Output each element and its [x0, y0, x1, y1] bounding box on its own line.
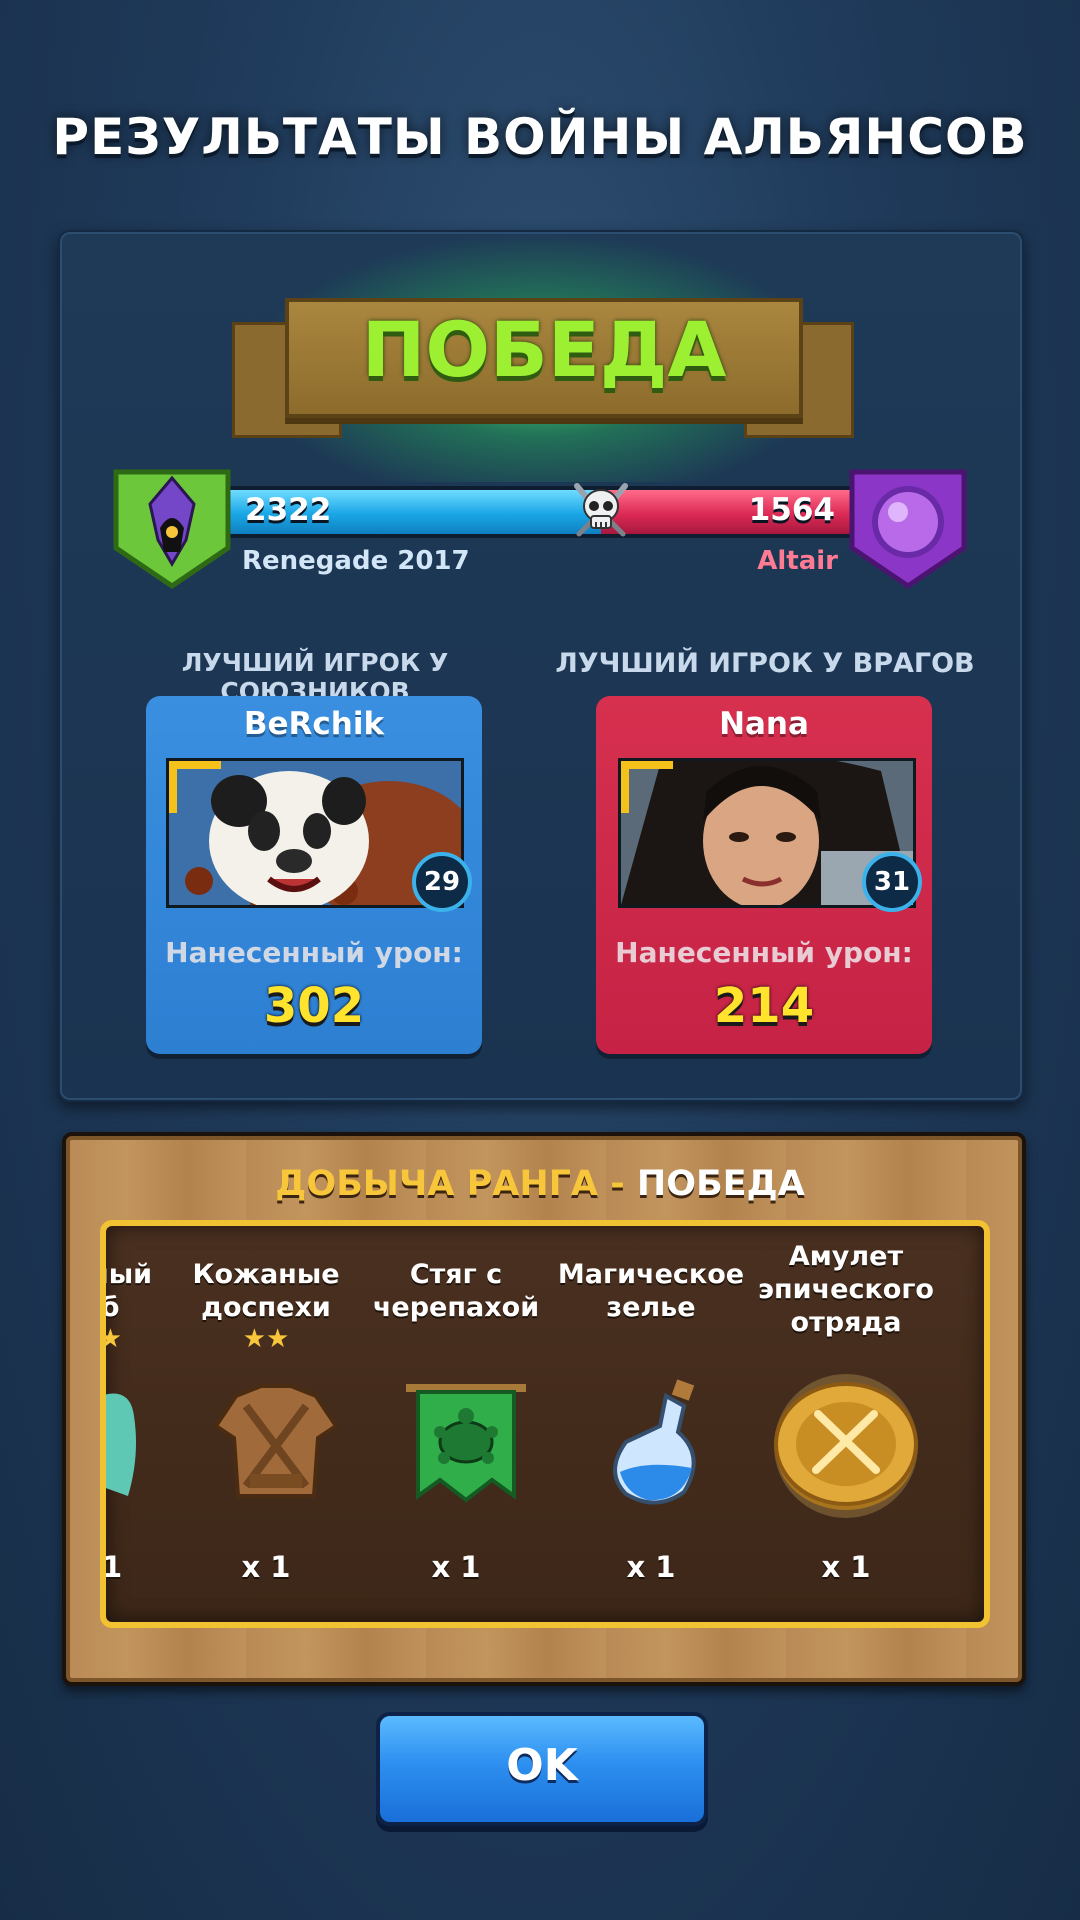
loot-title: ДОБЫЧА РАНГА - ПОБЕДА — [62, 1164, 1018, 1204]
victory-label: ПОБЕДА — [361, 305, 727, 394]
loot-title-result: ПОБЕДА — [624, 1164, 805, 1204]
loot-item[interactable]: Кожаные доспехи ★★ — [176, 1258, 356, 1354]
best-ally-name: BeRchik — [243, 706, 385, 742]
amulet-icon — [766, 1366, 926, 1526]
loot-item-qty: x 1 — [241, 1550, 291, 1584]
loot-item[interactable]: Стяг с черепахой — [366, 1258, 546, 1324]
loot-items-strip[interactable]: мныйб ★ 1 Кожаныедоспехи ★★ x 1 Стяг сче… — [100, 1220, 990, 1628]
loot-item[interactable]: Амулет эпического отряда — [746, 1240, 946, 1339]
enemy-damage-value: 214 — [713, 978, 815, 1034]
ally-damage-value: 302 — [263, 978, 365, 1034]
rarity-corner-icon — [169, 761, 221, 813]
ally-hero-level-badge: 29 — [412, 852, 472, 912]
best-enemy-heading: ЛУЧШИЙ ИГРОК У ВРАГОВ — [555, 648, 975, 679]
alliance-name-enemies: Altair — [757, 546, 838, 576]
score-enemies: 1564 — [748, 492, 835, 528]
alliance-name-allies: Renegade 2017 — [242, 546, 470, 576]
loot-item-qty: x 1 — [626, 1550, 676, 1584]
cloak-icon — [106, 1386, 140, 1504]
turtle-banner-icon — [396, 1376, 536, 1516]
leather-armor-icon — [206, 1376, 346, 1516]
enemy-alliance-emblem — [848, 468, 968, 590]
loot-item[interactable]: Магическое зелье — [556, 1258, 746, 1324]
enemy-hero-level-badge: 31 — [862, 852, 922, 912]
loot-item-name: Кожаные доспехи — [192, 1259, 340, 1323]
potion-icon — [596, 1376, 716, 1516]
rarity-corner-icon — [621, 761, 673, 813]
ally-alliance-emblem — [112, 468, 232, 590]
ok-button[interactable]: OK — [376, 1712, 708, 1826]
skull-icon — [569, 478, 633, 542]
loot-title-gold: ДОБЫЧА РАНГА - — [275, 1164, 625, 1204]
loot-item-name: Магическое зелье — [557, 1259, 745, 1323]
best-enemy-name: Nana — [719, 706, 809, 742]
loot-item-qty: x 1 — [431, 1550, 481, 1584]
enemy-damage-label: Нанесенный урон: — [615, 936, 913, 969]
loot-item-name: Стяг с черепахой — [372, 1259, 540, 1323]
loot-item-stars: ★★ — [242, 1324, 290, 1354]
page-title: РЕЗУЛЬТАТЫ ВОЙНЫ АЛЬЯНСОВ — [52, 108, 1028, 166]
ally-damage-label: Нанесенный урон: — [165, 936, 463, 969]
loot-item-qty: x 1 — [821, 1550, 871, 1584]
loot-item-qty: 1 — [102, 1550, 123, 1584]
score-allies: 2322 — [245, 492, 332, 528]
loot-item-name: Амулет эпического отряда — [758, 1241, 934, 1338]
